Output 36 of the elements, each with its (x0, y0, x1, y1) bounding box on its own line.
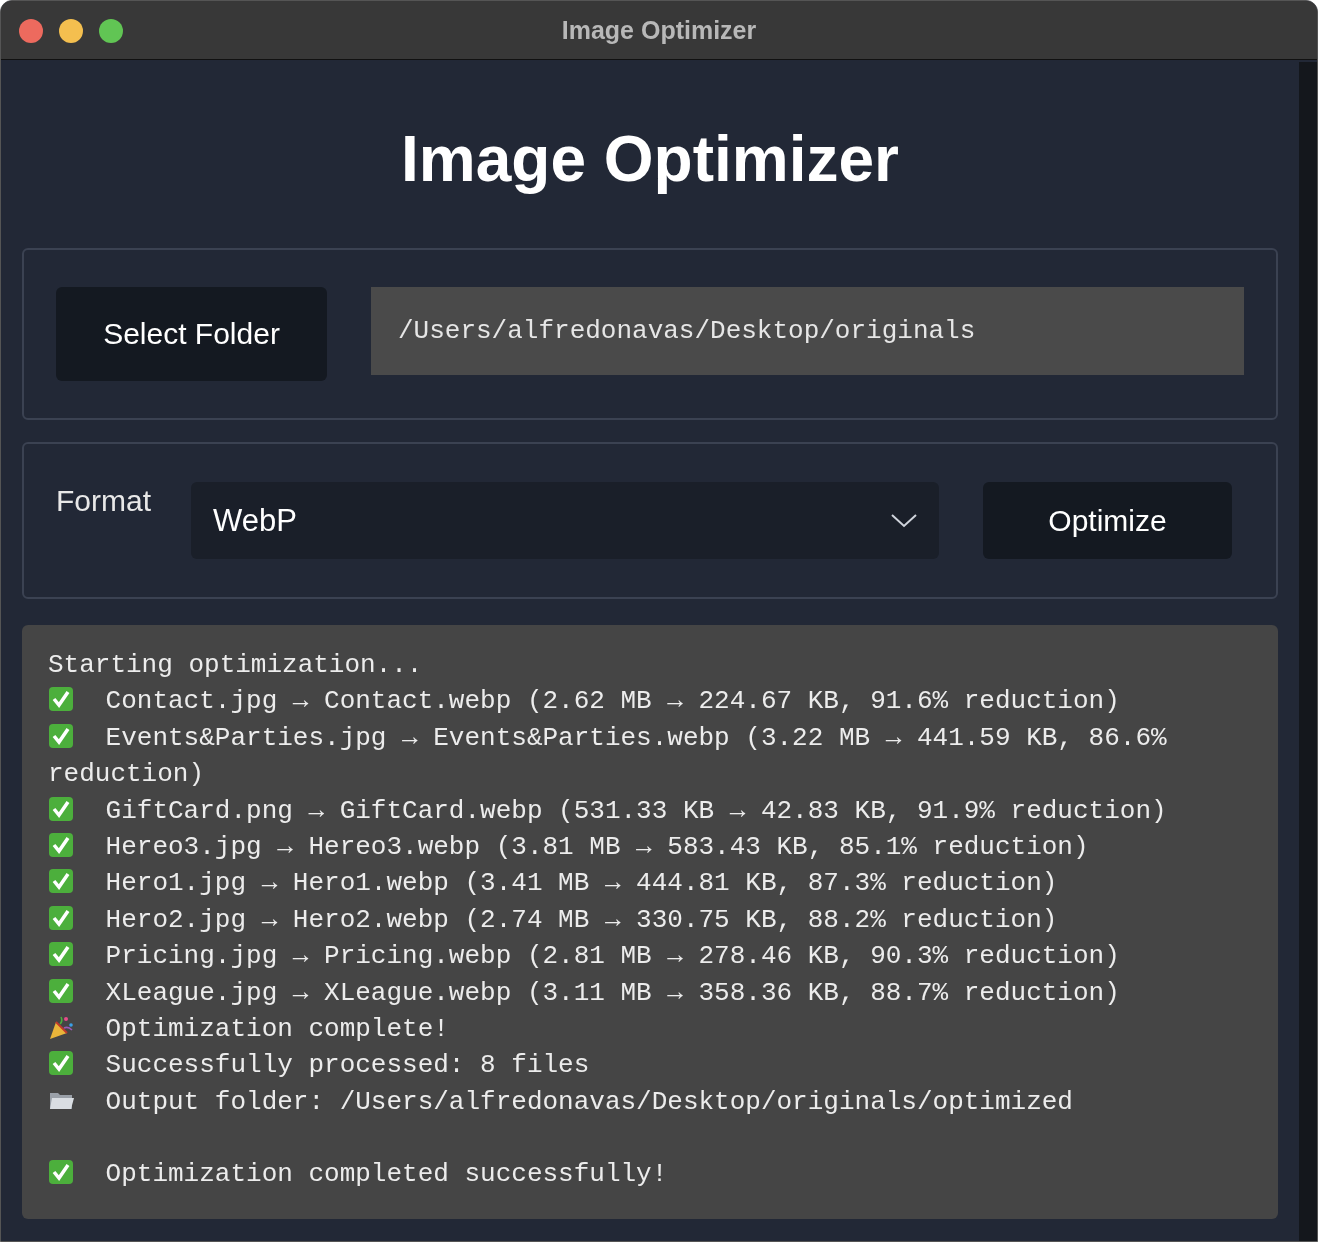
log-line: Optimization completed successfully! (105, 1159, 668, 1190)
minimize-button[interactable] (59, 19, 83, 43)
log-line: GiftCard.png → GiftCard.webp (531.33 KB → 42.83 KB, 91.9% reduction) (105, 795, 1167, 826)
check-mark-icon (48, 831, 74, 858)
log-line: Optimization complete! (105, 1013, 449, 1044)
select-folder-button[interactable]: Select Folder (56, 287, 327, 381)
log-line: Hero1.jpg → Hero1.webp (3.41 MB → 444.81 KB, 87.3% reduction) (105, 868, 1058, 899)
window-title: Image Optimizer (561, 15, 757, 45)
folder-path-field[interactable]: /Users/alfredonavas/Desktop/originals (371, 287, 1244, 375)
log-line: Hereo3.jpg → Hereo3.webp (3.81 MB → 583.43 KB, 85.1% reduction) (105, 831, 1089, 862)
log-line: Events&Parties.jpg → Events&Parties.webp (3.22 MB → 441.59 KB, 86.6% (105, 722, 1167, 753)
log-line: Successfully processed: 8 files (105, 1050, 590, 1081)
format-label: Format (56, 484, 152, 518)
log-line: Pricing.jpg → Pricing.webp (2.81 MB → 278.46 KB, 90.3% reduction) (105, 941, 1120, 972)
check-mark-icon (48, 1050, 74, 1077)
app-heading: Image Optimizer (400, 122, 900, 196)
log-line: Output folder: /Users/alfredonavas/Desktop/originals/optimized (105, 1086, 1073, 1117)
zoom-button[interactable] (99, 19, 123, 43)
close-button[interactable] (19, 19, 43, 43)
chevron-down-icon (891, 513, 917, 528)
check-mark-icon (48, 686, 74, 713)
log-line: Contact.jpg → Contact.webp (2.62 MB → 224.67 KB, 91.6% reduction) (105, 686, 1120, 717)
check-mark-icon (48, 795, 74, 822)
log-line: Starting optimization... (48, 650, 423, 680)
optimize-button[interactable]: Optimize (983, 482, 1232, 559)
check-mark-icon (48, 1159, 74, 1186)
check-mark-icon (48, 941, 74, 968)
format-dropdown[interactable]: WebP (191, 482, 939, 559)
check-mark-icon (48, 977, 74, 1004)
scrollbar[interactable] (1299, 62, 1317, 1241)
check-mark-icon (48, 904, 74, 931)
check-mark-icon (48, 722, 74, 749)
log-line: XLeague.jpg → XLeague.webp (3.11 MB → 358.36 KB, 88.7% reduction) (105, 977, 1120, 1008)
log-line: Hero2.jpg → Hero2.webp (2.74 MB → 330.75 KB, 88.2% reduction) (105, 904, 1058, 935)
check-mark-icon (48, 868, 74, 895)
log-line: reduction) (48, 759, 205, 790)
